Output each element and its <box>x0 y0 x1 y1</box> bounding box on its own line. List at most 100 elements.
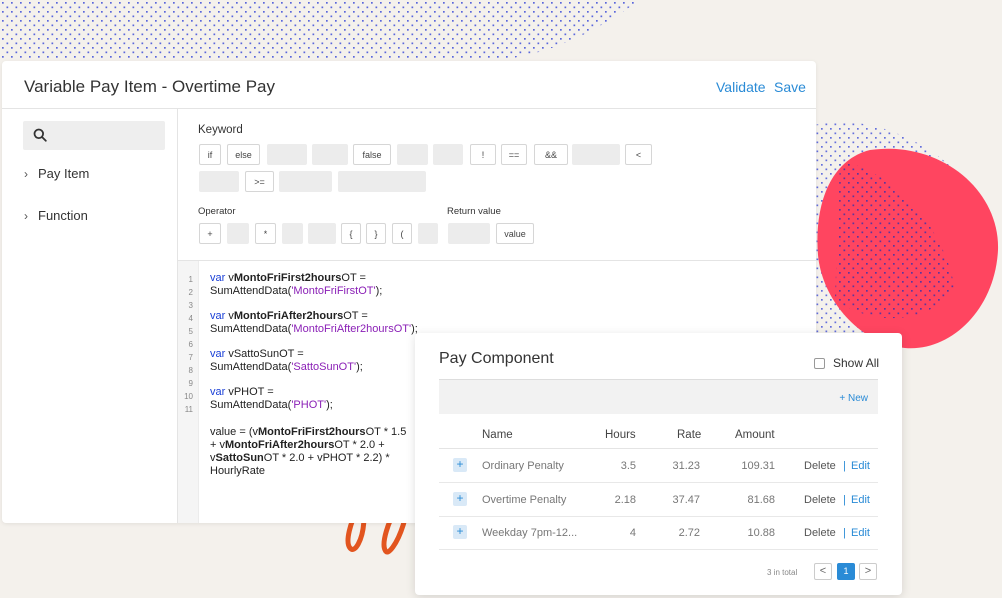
cell-rate: 31.23 <box>672 460 700 472</box>
line-number: 5 <box>188 327 193 336</box>
expand-plus-icon[interactable]: + <box>453 458 467 472</box>
search-icon <box>33 128 47 142</box>
keyword-chip[interactable] <box>267 144 307 165</box>
keyword-chip[interactable] <box>397 144 428 165</box>
keyword-chip[interactable]: >= <box>245 171 274 192</box>
expand-plus-icon[interactable]: + <box>453 492 467 506</box>
operator-chip[interactable]: * <box>255 223 276 244</box>
save-button[interactable]: Save <box>774 79 806 95</box>
operator-chip[interactable] <box>308 223 336 244</box>
cell-hours: 3.5 <box>620 460 636 472</box>
cell-amount: 109.31 <box>741 460 775 472</box>
column-header-rate: Rate <box>677 429 702 441</box>
keyword-chip[interactable] <box>338 171 426 192</box>
keyword-chip[interactable] <box>199 171 239 192</box>
pagination-total: 3 in total <box>767 568 798 577</box>
show-all-label: Show All <box>833 356 880 370</box>
cell-hours: 4 <box>629 527 636 539</box>
table-row: + Overtime Penalty 2.18 37.47 81.68 Dele… <box>439 483 878 517</box>
keyword-chip[interactable]: && <box>534 144 568 165</box>
operator-chip[interactable]: } <box>366 223 386 244</box>
sidebar-item-label: Function <box>38 208 88 223</box>
cell-amount: 10.88 <box>747 527 775 539</box>
action-separator: | <box>843 460 846 472</box>
column-header-name: Name <box>482 429 513 441</box>
code-line: value = (vMontoFriFirst2hoursOT * 1.5 <box>210 426 407 438</box>
code-line: SumAttendData('SattoSunOT'); <box>210 361 363 373</box>
keyword-chip[interactable]: else <box>227 144 260 165</box>
return-value-chip[interactable] <box>448 223 490 244</box>
page-title: Variable Pay Item - Overtime Pay <box>24 77 275 96</box>
show-all-checkbox[interactable]: Show All <box>814 356 879 370</box>
code-line: SumAttendData('PHOT'); <box>210 399 333 411</box>
code-line: var vMontoFriFirst2hoursOT = <box>210 272 366 284</box>
delete-button[interactable]: Delete <box>804 460 836 472</box>
validate-button[interactable]: Validate <box>716 79 766 95</box>
expand-plus-icon[interactable]: + <box>453 525 467 539</box>
new-button[interactable]: + New <box>839 393 868 404</box>
operator-chip[interactable] <box>227 223 249 244</box>
table-row: + Ordinary Penalty 3.5 31.23 109.31 Dele… <box>439 449 878 483</box>
keyword-chip[interactable]: false <box>353 144 391 165</box>
keyword-chip[interactable]: == <box>501 144 527 165</box>
action-separator: | <box>843 527 846 539</box>
panel-title: Pay Component <box>439 350 554 367</box>
keyword-chip[interactable] <box>433 144 463 165</box>
token-palette: Keyword if else false ! == && < >= Opera… <box>178 109 816 261</box>
code-line: var vPHOT = <box>210 386 274 398</box>
keyword-chip[interactable]: if <box>199 144 221 165</box>
keyword-chip[interactable] <box>279 171 332 192</box>
cell-amount: 81.68 <box>747 494 775 506</box>
sidebar-item-function[interactable]: › Function <box>24 208 88 223</box>
search-input[interactable] <box>23 121 165 150</box>
code-line: + vMontoFriAfter2hoursOT * 2.0 + <box>210 439 385 451</box>
table-toolbar: + New <box>439 380 878 414</box>
line-number: 9 <box>188 379 193 388</box>
delete-button[interactable]: Delete <box>804 527 836 539</box>
code-line: var vMontoFriAfter2hoursOT = <box>210 310 368 322</box>
table-row: + Weekday 7pm-12... 4 2.72 10.88 Delete … <box>439 516 878 550</box>
operator-chip[interactable] <box>418 223 438 244</box>
cell-rate: 2.72 <box>678 527 700 539</box>
column-header-hours: Hours <box>605 429 636 441</box>
line-number: 6 <box>188 340 193 349</box>
line-number: 1 <box>188 275 193 284</box>
chevron-right-icon: › <box>24 209 28 223</box>
return-value-label: Return value <box>447 206 501 217</box>
keyword-chip[interactable] <box>312 144 348 165</box>
edit-button[interactable]: Edit <box>851 460 870 472</box>
line-number: 7 <box>188 353 193 362</box>
operator-chip[interactable]: + <box>199 223 221 244</box>
code-line: vSattoSunOT * 2.0 + vPHOT * 2.2) * <box>210 452 390 464</box>
editor-header: Variable Pay Item - Overtime Pay Validat… <box>2 61 816 109</box>
sidebar: › Pay Item › Function <box>2 109 178 523</box>
code-line: HourlyRate <box>210 465 266 477</box>
cell-name: Ordinary Penalty <box>482 460 564 472</box>
operator-chip[interactable]: { <box>341 223 361 244</box>
line-number: 11 <box>184 405 193 414</box>
operator-label: Operator <box>198 206 236 217</box>
line-number: 4 <box>188 314 193 323</box>
line-number-gutter: 1 2 3 4 5 6 7 8 9 10 11 <box>178 261 199 523</box>
column-header-amount: Amount <box>735 429 775 441</box>
pagination-next-button[interactable]: > <box>859 563 877 580</box>
operator-chip[interactable]: ( <box>392 223 412 244</box>
keyword-chip[interactable]: ! <box>470 144 496 165</box>
edit-button[interactable]: Edit <box>851 494 870 506</box>
line-number: 2 <box>188 288 193 297</box>
code-line: var vSattoSunOT = <box>210 348 304 360</box>
line-number: 8 <box>188 366 193 375</box>
delete-button[interactable]: Delete <box>804 494 836 506</box>
edit-button[interactable]: Edit <box>851 527 870 539</box>
sidebar-item-pay-item[interactable]: › Pay Item <box>24 166 89 181</box>
code-line: SumAttendData('MontoFriFirstOT'); <box>210 285 383 297</box>
keyword-chip[interactable]: < <box>625 144 652 165</box>
line-number: 10 <box>184 392 193 401</box>
return-value-chip[interactable]: value <box>496 223 534 244</box>
keyword-chip[interactable] <box>572 144 620 165</box>
action-separator: | <box>843 494 846 506</box>
operator-chip[interactable] <box>282 223 303 244</box>
cell-rate: 37.47 <box>672 494 700 506</box>
pagination-prev-button[interactable]: < <box>814 563 832 580</box>
pagination-page-1[interactable]: 1 <box>837 563 855 580</box>
